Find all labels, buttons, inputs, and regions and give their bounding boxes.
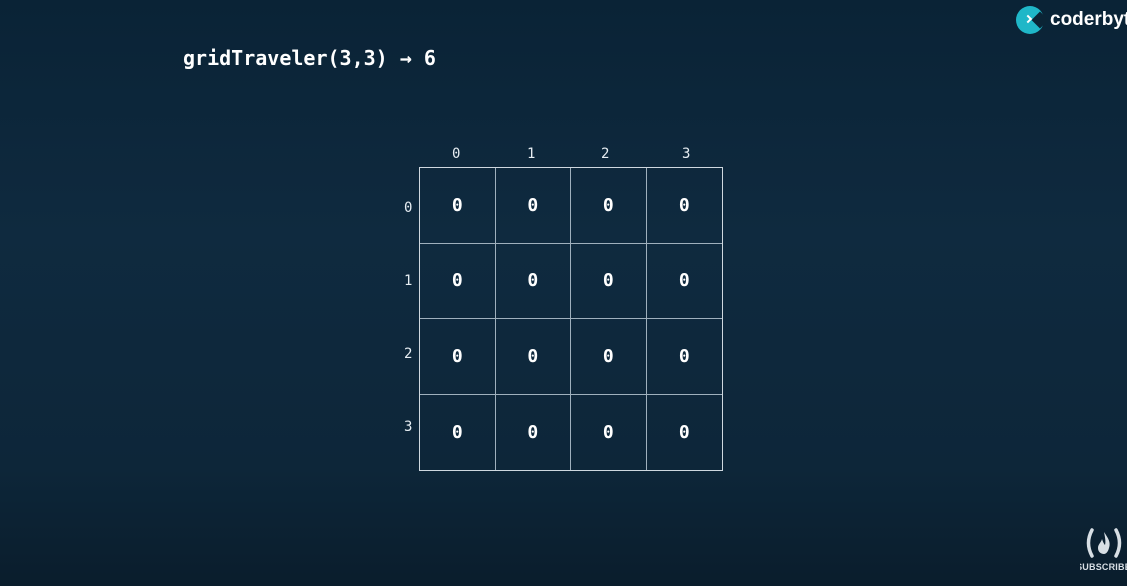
grid-cell-2-0: 0 (420, 319, 496, 395)
grid-cell-3-0: 0 (420, 394, 496, 470)
column-label-1: 1 (527, 146, 536, 162)
column-label-2: 2 (601, 146, 610, 162)
grid-cell-0-3: 0 (646, 168, 722, 244)
grid-cell-2-3: 0 (646, 319, 722, 395)
grid-cell-3-2: 0 (571, 394, 647, 470)
grid-cell-1-2: 0 (571, 243, 647, 319)
grid-cell-3-1: 0 (496, 394, 571, 470)
grid-cell-0-1: 0 (495, 168, 571, 244)
grid-table: 0 0 0 0 0 0 0 0 0 0 0 0 0 0 0 0 (419, 167, 723, 471)
row-label-3: 3 (404, 419, 413, 435)
grid-cell-2-1: 0 (495, 319, 571, 395)
subscribe-button[interactable]: SUBSCRIBE (1080, 526, 1127, 586)
subscribe-label: SUBSCRIBE (1080, 562, 1127, 572)
coderbyte-logo: coderbyt (1016, 4, 1127, 36)
grid-cell-1-0: 0 (420, 243, 496, 319)
logo-text: coderbyt (1050, 9, 1127, 30)
freecodecamp-fire-icon (1082, 526, 1126, 560)
grid-cell-3-3: 0 (678, 421, 690, 443)
row-label-2: 2 (404, 346, 413, 362)
grid-cell-1-1: 0 (495, 243, 571, 319)
grid-cell-2-2: 0 (571, 319, 647, 395)
row-label-1: 1 (404, 273, 413, 289)
column-label-0: 0 (452, 146, 461, 162)
grid-cell-1-3: 0 (646, 244, 722, 319)
grid-cell-0-2: 0 (571, 168, 647, 244)
column-label-3: 3 (682, 146, 691, 162)
grid-cell-0-0: 0 (420, 168, 496, 244)
page-title: gridTraveler(3,3) → 6 (183, 46, 436, 70)
row-label-0: 0 (404, 200, 413, 216)
coderbyte-logo-icon (1016, 6, 1044, 34)
